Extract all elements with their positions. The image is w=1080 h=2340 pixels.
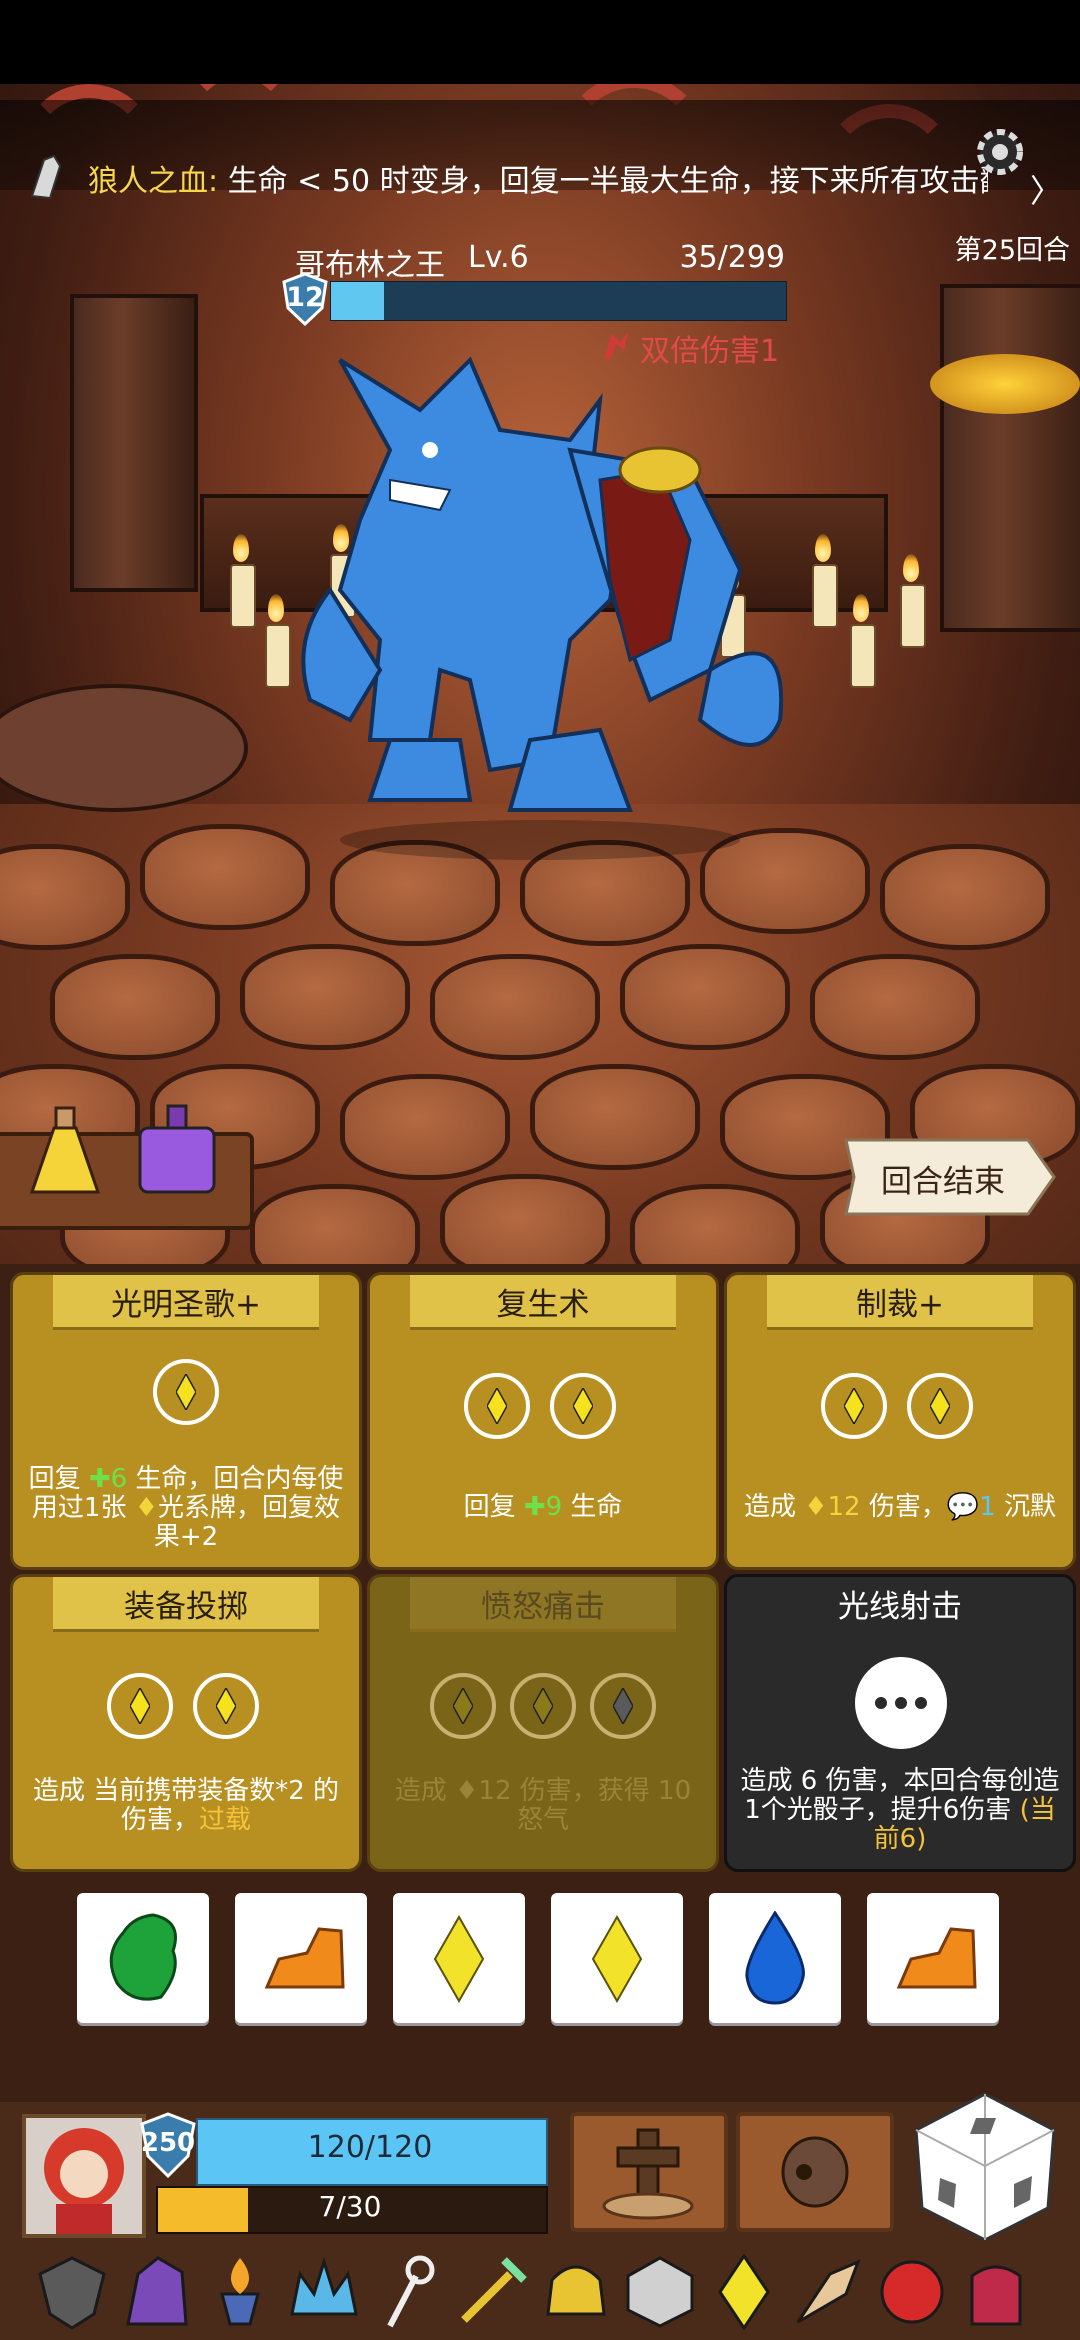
card-sanction[interactable]: 制裁+ 造成 ♦12 伤害，💬1 沉默 xyxy=(724,1272,1076,1570)
die-rock[interactable] xyxy=(235,1893,367,2023)
claw-icon xyxy=(30,154,62,200)
card-title: 愤怒痛击 xyxy=(481,1589,605,1625)
enemy-hp-bar xyxy=(330,281,787,321)
card-title: 光线射击 xyxy=(838,1589,962,1625)
dice-slot[interactable] xyxy=(430,1673,496,1739)
settings-gear-icon[interactable] xyxy=(968,120,1032,184)
stone-pillar xyxy=(70,294,198,592)
helmet-relic-icon[interactable] xyxy=(538,2254,614,2330)
card-title: 复生术 xyxy=(496,1287,590,1323)
horn-relic-icon[interactable] xyxy=(790,2254,866,2330)
end-turn-label: 回合结束 xyxy=(881,1164,1005,1200)
card-light-ray[interactable]: 光线射击 造成 6 伤害，本回合每创造1个光骰子，提升6伤害 (当前6) xyxy=(724,1574,1076,1872)
stone-pillar-right xyxy=(940,284,1080,632)
glove-relic-icon[interactable] xyxy=(958,2254,1034,2330)
dice-slot[interactable] xyxy=(510,1673,576,1739)
diamond-icon xyxy=(433,1915,485,2003)
banner-chevron-icon[interactable]: 〉 xyxy=(1030,166,1062,212)
dice-slot[interactable] xyxy=(153,1359,219,1425)
die-drop[interactable] xyxy=(709,1893,841,2023)
dice-slot[interactable] xyxy=(821,1373,887,1439)
gem-relic-icon[interactable] xyxy=(706,2254,782,2330)
card-description: 回复 ✚6 生命，回合内每使用过1张 ♦光系牌，回复效果+2 xyxy=(28,1464,344,1552)
card-description: 回复 ✚9 生命 xyxy=(463,1492,623,1522)
die-diamond[interactable] xyxy=(393,1893,525,2023)
player-shield-value: 250 xyxy=(140,2128,196,2158)
enemy-hp-text: 35/299 xyxy=(679,240,785,275)
round-counter: 第25回合 xyxy=(954,235,1070,266)
more-options-icon[interactable] xyxy=(855,1657,947,1749)
enemy-shield-value: 12 xyxy=(286,282,324,313)
card-title: 光明圣歌+ xyxy=(111,1287,261,1323)
ability-description: 生命 < 50 时变身，回复一半最大生命，接下来所有攻击翻倍 xyxy=(218,164,988,199)
ability-text: 狼人之血: 生命 < 50 时变身，回复一半最大生命，接下来所有攻击翻倍 xyxy=(88,160,988,204)
dice-slot[interactable] xyxy=(550,1373,616,1439)
yellow-potion-icon[interactable] xyxy=(26,1104,104,1204)
die-leaf[interactable] xyxy=(77,1893,209,2023)
staff-relic-icon[interactable] xyxy=(370,2254,446,2330)
roll-dice-button[interactable] xyxy=(910,2088,1060,2244)
grave-skill-button[interactable] xyxy=(570,2112,728,2232)
card-description: 造成 6 伤害，本回合每创造1个光骰子，提升6伤害 (当前6) xyxy=(740,1766,1060,1854)
leaf-icon xyxy=(109,1913,177,2001)
diamond-icon xyxy=(591,1915,643,2003)
card-description: 造成 ♦12 伤害，获得 10 怒气 xyxy=(394,1776,692,1835)
dice-slot[interactable] xyxy=(907,1373,973,1439)
brazier-relic-icon[interactable] xyxy=(202,2254,278,2330)
card-description: 造成 ♦12 伤害，💬1 沉默 xyxy=(743,1492,1057,1522)
dice-slot[interactable] xyxy=(590,1673,656,1739)
d20-relic-icon[interactable] xyxy=(622,2254,698,2330)
hood-relic-icon[interactable] xyxy=(118,2254,194,2330)
player-avatar[interactable] xyxy=(22,2114,146,2238)
die-diamond[interactable] xyxy=(551,1893,683,2023)
dice-slot[interactable] xyxy=(193,1673,259,1739)
card-holy-hymn[interactable]: 光明圣歌+ 回复 ✚6 生命，回合内每使用过1张 ♦光系牌，回复效果+2 xyxy=(10,1272,362,1570)
card-title: 装备投掷 xyxy=(124,1589,248,1625)
pot-skill-button[interactable] xyxy=(736,2112,894,2232)
player-hp-text: 120/120 xyxy=(307,2130,433,2165)
shield-relic-icon[interactable] xyxy=(34,2254,110,2330)
werewolf-enemy[interactable] xyxy=(270,340,810,860)
purple-potion-icon[interactable] xyxy=(134,1102,220,1202)
card-rage-strike[interactable]: 愤怒痛击 造成 ♦12 伤害，获得 10 怒气 xyxy=(367,1574,719,1872)
sword-relic-icon[interactable] xyxy=(454,2254,530,2330)
stone-basin xyxy=(0,684,248,812)
treasure-bowl xyxy=(930,354,1080,414)
card-title: 制裁+ xyxy=(856,1287,944,1323)
card-description: 造成 当前携带装备数*2 的伤害，过载 xyxy=(32,1776,340,1835)
card-resurrection[interactable]: 复生术 回复 ✚9 生命 xyxy=(367,1272,719,1570)
dice-slot[interactable] xyxy=(107,1673,173,1739)
ability-title: 狼人之血: xyxy=(88,164,219,199)
water-drop-icon xyxy=(745,1911,805,2005)
rock-icon xyxy=(264,1927,345,1989)
rock-icon xyxy=(896,1927,977,1989)
dice-slot[interactable] xyxy=(464,1373,530,1439)
player-rage-text: 7/30 xyxy=(318,2190,382,2223)
status-bar xyxy=(0,0,1080,84)
card-equipment-throw[interactable]: 装备投掷 造成 当前携带装备数*2 的伤害，过载 xyxy=(10,1574,362,1872)
crown-relic-icon[interactable] xyxy=(286,2254,362,2330)
enemy-hp-fill xyxy=(331,282,385,320)
ruby-relic-icon[interactable] xyxy=(874,2254,950,2330)
enemy-level: Lv.6 xyxy=(468,240,529,275)
die-rock[interactable] xyxy=(867,1893,999,2023)
